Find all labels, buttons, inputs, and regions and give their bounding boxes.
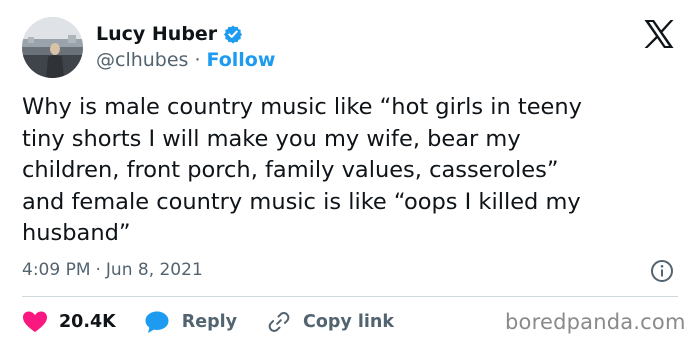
info-icon[interactable]: [650, 259, 674, 283]
action-bar: 20.4K Reply Copy link: [22, 308, 394, 336]
avatar-photo: [22, 17, 83, 78]
reply-button[interactable]: Reply: [144, 310, 237, 334]
tweet-timestamp: 4:09 PM · Jun 8, 2021: [22, 258, 203, 282]
reply-label: Reply: [181, 312, 238, 332]
author-name-row: Lucy Huber: [96, 21, 243, 47]
tweet-time[interactable]: 4:09 PM: [22, 260, 91, 280]
tweet-date[interactable]: Jun 8, 2021: [106, 260, 203, 280]
like-count: 20.4K: [59, 312, 116, 332]
link-icon: [267, 310, 291, 334]
verified-badge-icon: [223, 24, 243, 44]
follow-button[interactable]: Follow: [207, 49, 276, 71]
copy-link-button[interactable]: Copy link: [267, 310, 394, 334]
timestamp-separator: ·: [95, 260, 101, 280]
author-handle[interactable]: @clhubes: [96, 49, 188, 71]
handle-separator: ·: [194, 49, 201, 71]
avatar[interactable]: [22, 17, 83, 78]
divider: [22, 296, 678, 297]
like-button[interactable]: 20.4K: [22, 310, 116, 334]
heart-icon: [22, 310, 48, 334]
source-watermark: boredpanda.com: [505, 310, 686, 334]
tweet-card: Lucy Huber @clhubes · Follow Why is male…: [0, 0, 700, 348]
author-handle-row: @clhubes · Follow: [96, 48, 275, 72]
x-logo-icon[interactable]: [643, 19, 675, 49]
tweet-text: Why is male country music like “hot girl…: [22, 94, 582, 246]
copy-link-label: Copy link: [303, 312, 395, 332]
author-display-name[interactable]: Lucy Huber: [96, 23, 217, 45]
speech-bubble-icon: [144, 310, 170, 334]
